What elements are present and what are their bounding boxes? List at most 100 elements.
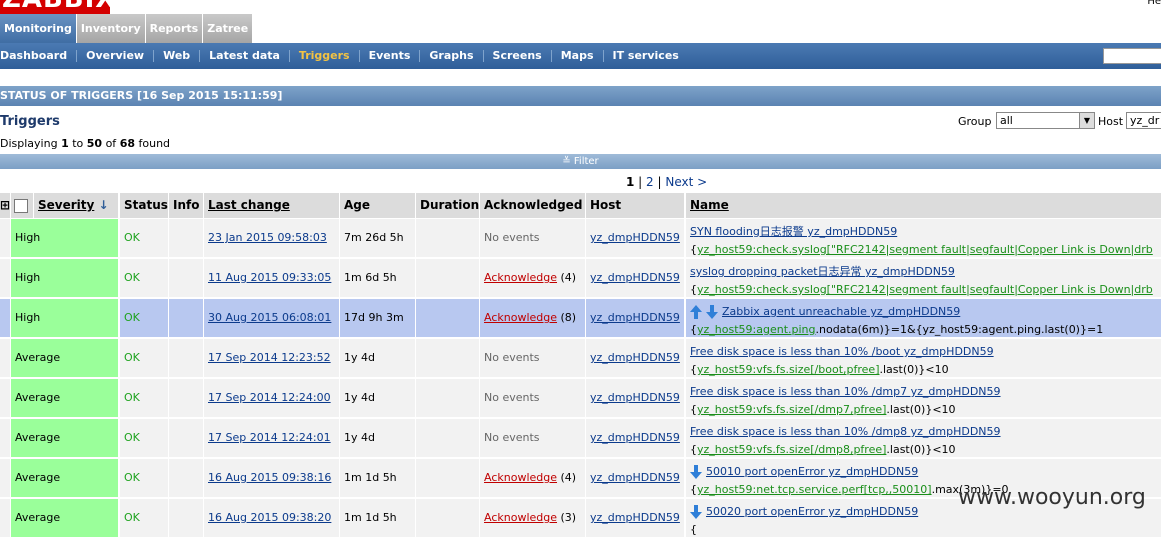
last-change-link[interactable]: 17 Sep 2014 12:24:01: [208, 431, 331, 444]
sub-menu-overview[interactable]: Overview: [76, 50, 153, 62]
expression-item-link[interactable]: yz_host59:vfs.fs.size[/dmp8,pfree]: [697, 443, 886, 456]
header-last-change[interactable]: Last change: [204, 193, 339, 218]
sub-menu-triggers[interactable]: Triggers: [288, 50, 359, 62]
last-change-link[interactable]: 17 Sep 2014 12:24:00: [208, 391, 331, 404]
sub-menu-latest-data[interactable]: Latest data: [199, 50, 289, 62]
trigger-name-link[interactable]: syslog dropping packet日志异常 yz_dmpHDDN59: [690, 265, 955, 278]
status-cell: OK: [120, 219, 168, 257]
help-link[interactable]: He: [1147, 0, 1161, 7]
acknowledge-link[interactable]: Acknowledge: [484, 471, 557, 484]
severity-label: Average: [15, 351, 61, 364]
last-change-link[interactable]: 23 Jan 2015 09:58:03: [208, 231, 327, 244]
status-cell: OK: [120, 299, 168, 337]
status-cell: OK: [120, 259, 168, 297]
name-cell: Free disk space is less than 10% /boot y…: [686, 339, 1161, 377]
sub-menu-events[interactable]: Events: [358, 50, 420, 62]
row-expander: [0, 339, 10, 377]
filter-toggle[interactable]: ≚ Filter: [0, 154, 1161, 169]
sub-menu-graphs[interactable]: Graphs: [419, 50, 482, 62]
last-change-cell: 16 Aug 2015 09:38:20: [204, 499, 339, 537]
trigger-name-link[interactable]: 50020 port openError yz_dmpHDDN59: [706, 505, 918, 518]
expression-item-link[interactable]: yz_host59:check.syslog["RFC2142|segment …: [697, 243, 1153, 256]
no-events-label: No events: [484, 391, 540, 404]
last-change-link[interactable]: 16 Aug 2015 09:38:16: [208, 471, 331, 484]
select-all-checkbox[interactable]: [14, 198, 28, 213]
trigger-name-link[interactable]: Zabbix agent unreachable yz_dmpHDDN59: [722, 305, 960, 318]
sub-menu-maps[interactable]: Maps: [550, 50, 603, 62]
host-cell: yz_dmpHDDN59: [586, 459, 684, 497]
trigger-expression: {yz_host59:check.syslog["RFC2142|segment…: [690, 243, 1153, 256]
host-link[interactable]: yz_dmpHDDN59: [590, 351, 680, 364]
sub-menu-screens[interactable]: Screens: [482, 50, 551, 62]
zabbix-logo[interactable]: ZABBIX: [0, 0, 110, 14]
expression-item-link[interactable]: yz_host59:net.tcp.service.perf[tcp,,5001…: [697, 483, 932, 496]
sub-menu-it-services[interactable]: IT services: [602, 50, 688, 62]
arrow-up-icon: [690, 305, 706, 319]
sub-menu-dashboard[interactable]: Dashboard: [0, 50, 76, 62]
expression-rest: .last(0)}<10: [886, 403, 956, 416]
expand-all-toggle[interactable]: ⊞: [0, 193, 10, 218]
host-cell: yz_dmpHDDN59: [586, 219, 684, 257]
trigger-expression: {yz_host59:vfs.fs.size[/dmp8,pfree].last…: [690, 443, 956, 456]
ack-count: (4): [560, 271, 577, 284]
host-link[interactable]: yz_dmpHDDN59: [590, 431, 680, 444]
trigger-name-link[interactable]: 50010 port openError yz_dmpHDDN59: [706, 465, 918, 478]
host-link[interactable]: yz_dmpHDDN59: [590, 471, 680, 484]
main-menu-zatree[interactable]: Zatree: [203, 14, 254, 43]
host-link[interactable]: yz_dmpHDDN59: [590, 311, 680, 324]
header-name[interactable]: Name: [686, 193, 1161, 218]
name-cell: Zabbix agent unreachable yz_dmpHDDN59 {yz…: [686, 299, 1161, 337]
page-title: Triggers: [0, 114, 60, 129]
expression-item-link[interactable]: yz_host59:vfs.fs.size[/dmp7,pfree]: [697, 403, 886, 416]
severity-cell: Average: [11, 499, 118, 537]
acknowledge-link[interactable]: Acknowledge: [484, 271, 557, 284]
pager-page-2[interactable]: 2: [646, 175, 654, 189]
sub-menu-web[interactable]: Web: [153, 50, 199, 62]
group-select[interactable]: all ▼: [996, 112, 1095, 129]
last-change-link[interactable]: 30 Aug 2015 06:08:01: [208, 311, 331, 324]
trigger-name-link[interactable]: SYN flooding日志报警 yz_dmpHDDN59: [690, 225, 897, 238]
age-cell: 1y 4d: [340, 339, 415, 377]
acknowledged-cell: Acknowledge (3): [480, 499, 585, 537]
host-link[interactable]: yz_dmpHDDN59: [590, 271, 680, 284]
age-value: 1m 1d 5h: [344, 511, 397, 524]
expression-item-link[interactable]: yz_host59:agent.ping: [697, 323, 816, 336]
header-name-label[interactable]: Name: [690, 198, 729, 212]
header-severity[interactable]: Severity ↓: [34, 193, 118, 218]
expression-item-link[interactable]: yz_host59:check.syslog["RFC2142|segment …: [697, 283, 1153, 296]
expression-item-link[interactable]: yz_host59:vfs.fs.size[/boot,pfree]: [697, 363, 879, 376]
host-link[interactable]: yz_dmpHDDN59: [590, 511, 680, 524]
age-value: 7m 26d 5h: [344, 231, 404, 244]
acknowledge-link[interactable]: Acknowledge: [484, 511, 557, 524]
severity-label: High: [15, 271, 41, 284]
trigger-name-link[interactable]: Free disk space is less than 10% /dmp7 y…: [690, 385, 1001, 398]
host-cell: yz_dmpHDDN59: [586, 419, 684, 457]
trigger-name-link[interactable]: Free disk space is less than 10% /dmp8 y…: [690, 425, 1001, 438]
age-value: 17d 9h 3m: [344, 311, 404, 324]
severity-label: Average: [15, 511, 61, 524]
sort-down-icon: ↓: [98, 198, 109, 212]
host-select[interactable]: yz_dr: [1126, 112, 1161, 129]
displaying-total: 68: [119, 137, 135, 150]
host-cell: yz_dmpHDDN59: [586, 339, 684, 377]
header-info: Info: [169, 193, 203, 218]
main-menu-reports[interactable]: Reports: [145, 14, 204, 43]
chevron-down-icon[interactable]: ▼: [1079, 113, 1094, 128]
severity-label: High: [15, 311, 41, 324]
search-input[interactable]: [1103, 48, 1161, 64]
pager-next[interactable]: Next >: [665, 175, 707, 189]
host-link[interactable]: yz_dmpHDDN59: [590, 391, 680, 404]
select-all-checkbox-cell: [11, 193, 33, 218]
header-last-change-label[interactable]: Last change: [208, 198, 290, 212]
info-cell: [169, 459, 203, 497]
trigger-name-link[interactable]: Free disk space is less than 10% /boot y…: [690, 345, 994, 358]
acknowledge-link[interactable]: Acknowledge: [484, 311, 557, 324]
last-change-link[interactable]: 16 Aug 2015 09:38:20: [208, 511, 331, 524]
last-change-link[interactable]: 11 Aug 2015 09:33:05: [208, 271, 331, 284]
host-link[interactable]: yz_dmpHDDN59: [590, 231, 680, 244]
main-menu-monitoring[interactable]: Monitoring: [0, 14, 77, 43]
name-cell: Free disk space is less than 10% /dmp7 y…: [686, 379, 1161, 417]
header-severity-label[interactable]: Severity: [38, 198, 94, 212]
main-menu-inventory[interactable]: Inventory: [76, 14, 146, 43]
last-change-link[interactable]: 17 Sep 2014 12:23:52: [208, 351, 331, 364]
